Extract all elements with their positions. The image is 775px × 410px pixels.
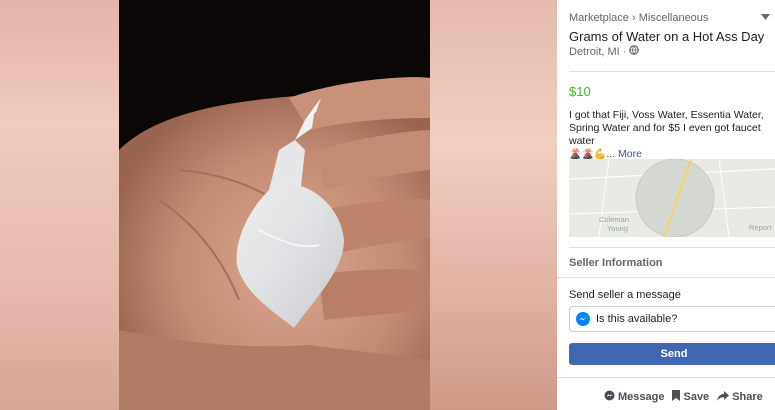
action-bar: Message Save Share [604, 390, 763, 404]
map-graphic: Coleman Young Report [569, 159, 775, 237]
divider [557, 377, 775, 378]
message-input[interactable] [596, 313, 746, 325]
listing-details-panel: Marketplace › Miscellaneous Grams of Wat… [557, 0, 775, 410]
listing-price: $10 [569, 84, 591, 99]
share-icon [717, 390, 730, 404]
message-icon [604, 390, 615, 404]
listing-location: Detroit, MI · [569, 45, 640, 58]
description-text: I got that Fiji, Voss Water, Essentia Wa… [569, 109, 764, 147]
send-message-label: Send seller a message [569, 289, 681, 301]
message-field[interactable] [569, 306, 775, 332]
location-separator: · [622, 45, 627, 58]
share-action-label: Share [732, 391, 763, 403]
seller-information-heading: Seller Information [569, 257, 663, 269]
breadcrumb: Marketplace › Miscellaneous [569, 12, 708, 24]
share-action-button[interactable]: Share [717, 390, 763, 404]
listing-description: I got that Fiji, Voss Water, Essentia Wa… [569, 109, 773, 161]
divider [557, 277, 775, 278]
map-label-coleman: Coleman [599, 215, 629, 224]
location-text[interactable]: Detroit, MI [569, 46, 620, 58]
breadcrumb-marketplace-link[interactable]: Marketplace [569, 12, 629, 24]
hand-with-water-bag-image [119, 0, 430, 410]
photo-blurred-background-right [430, 0, 557, 410]
map-label-young: Young [607, 224, 628, 233]
save-action-label: Save [683, 391, 710, 403]
save-action-button[interactable]: Save [672, 390, 709, 404]
send-button[interactable]: Send [569, 343, 775, 365]
location-map[interactable]: Coleman Young Report [569, 159, 775, 237]
listing-title: Grams of Water on a Hot Ass Day [569, 29, 765, 44]
globe-icon [629, 45, 640, 58]
message-action-button[interactable]: Message [604, 390, 664, 404]
map-report-link[interactable]: Report [749, 223, 772, 232]
divider [569, 247, 775, 248]
listing-photo[interactable] [119, 0, 430, 410]
bookmark-icon [672, 390, 681, 404]
breadcrumb-separator: › [631, 12, 636, 24]
chevron-down-icon[interactable] [761, 12, 770, 23]
photo-blurred-background-left [0, 0, 119, 410]
divider [569, 71, 775, 72]
messenger-icon [576, 312, 590, 326]
listing-photo-viewer [0, 0, 557, 410]
breadcrumb-category-link[interactable]: Miscellaneous [639, 12, 709, 24]
message-action-label: Message [618, 391, 665, 403]
